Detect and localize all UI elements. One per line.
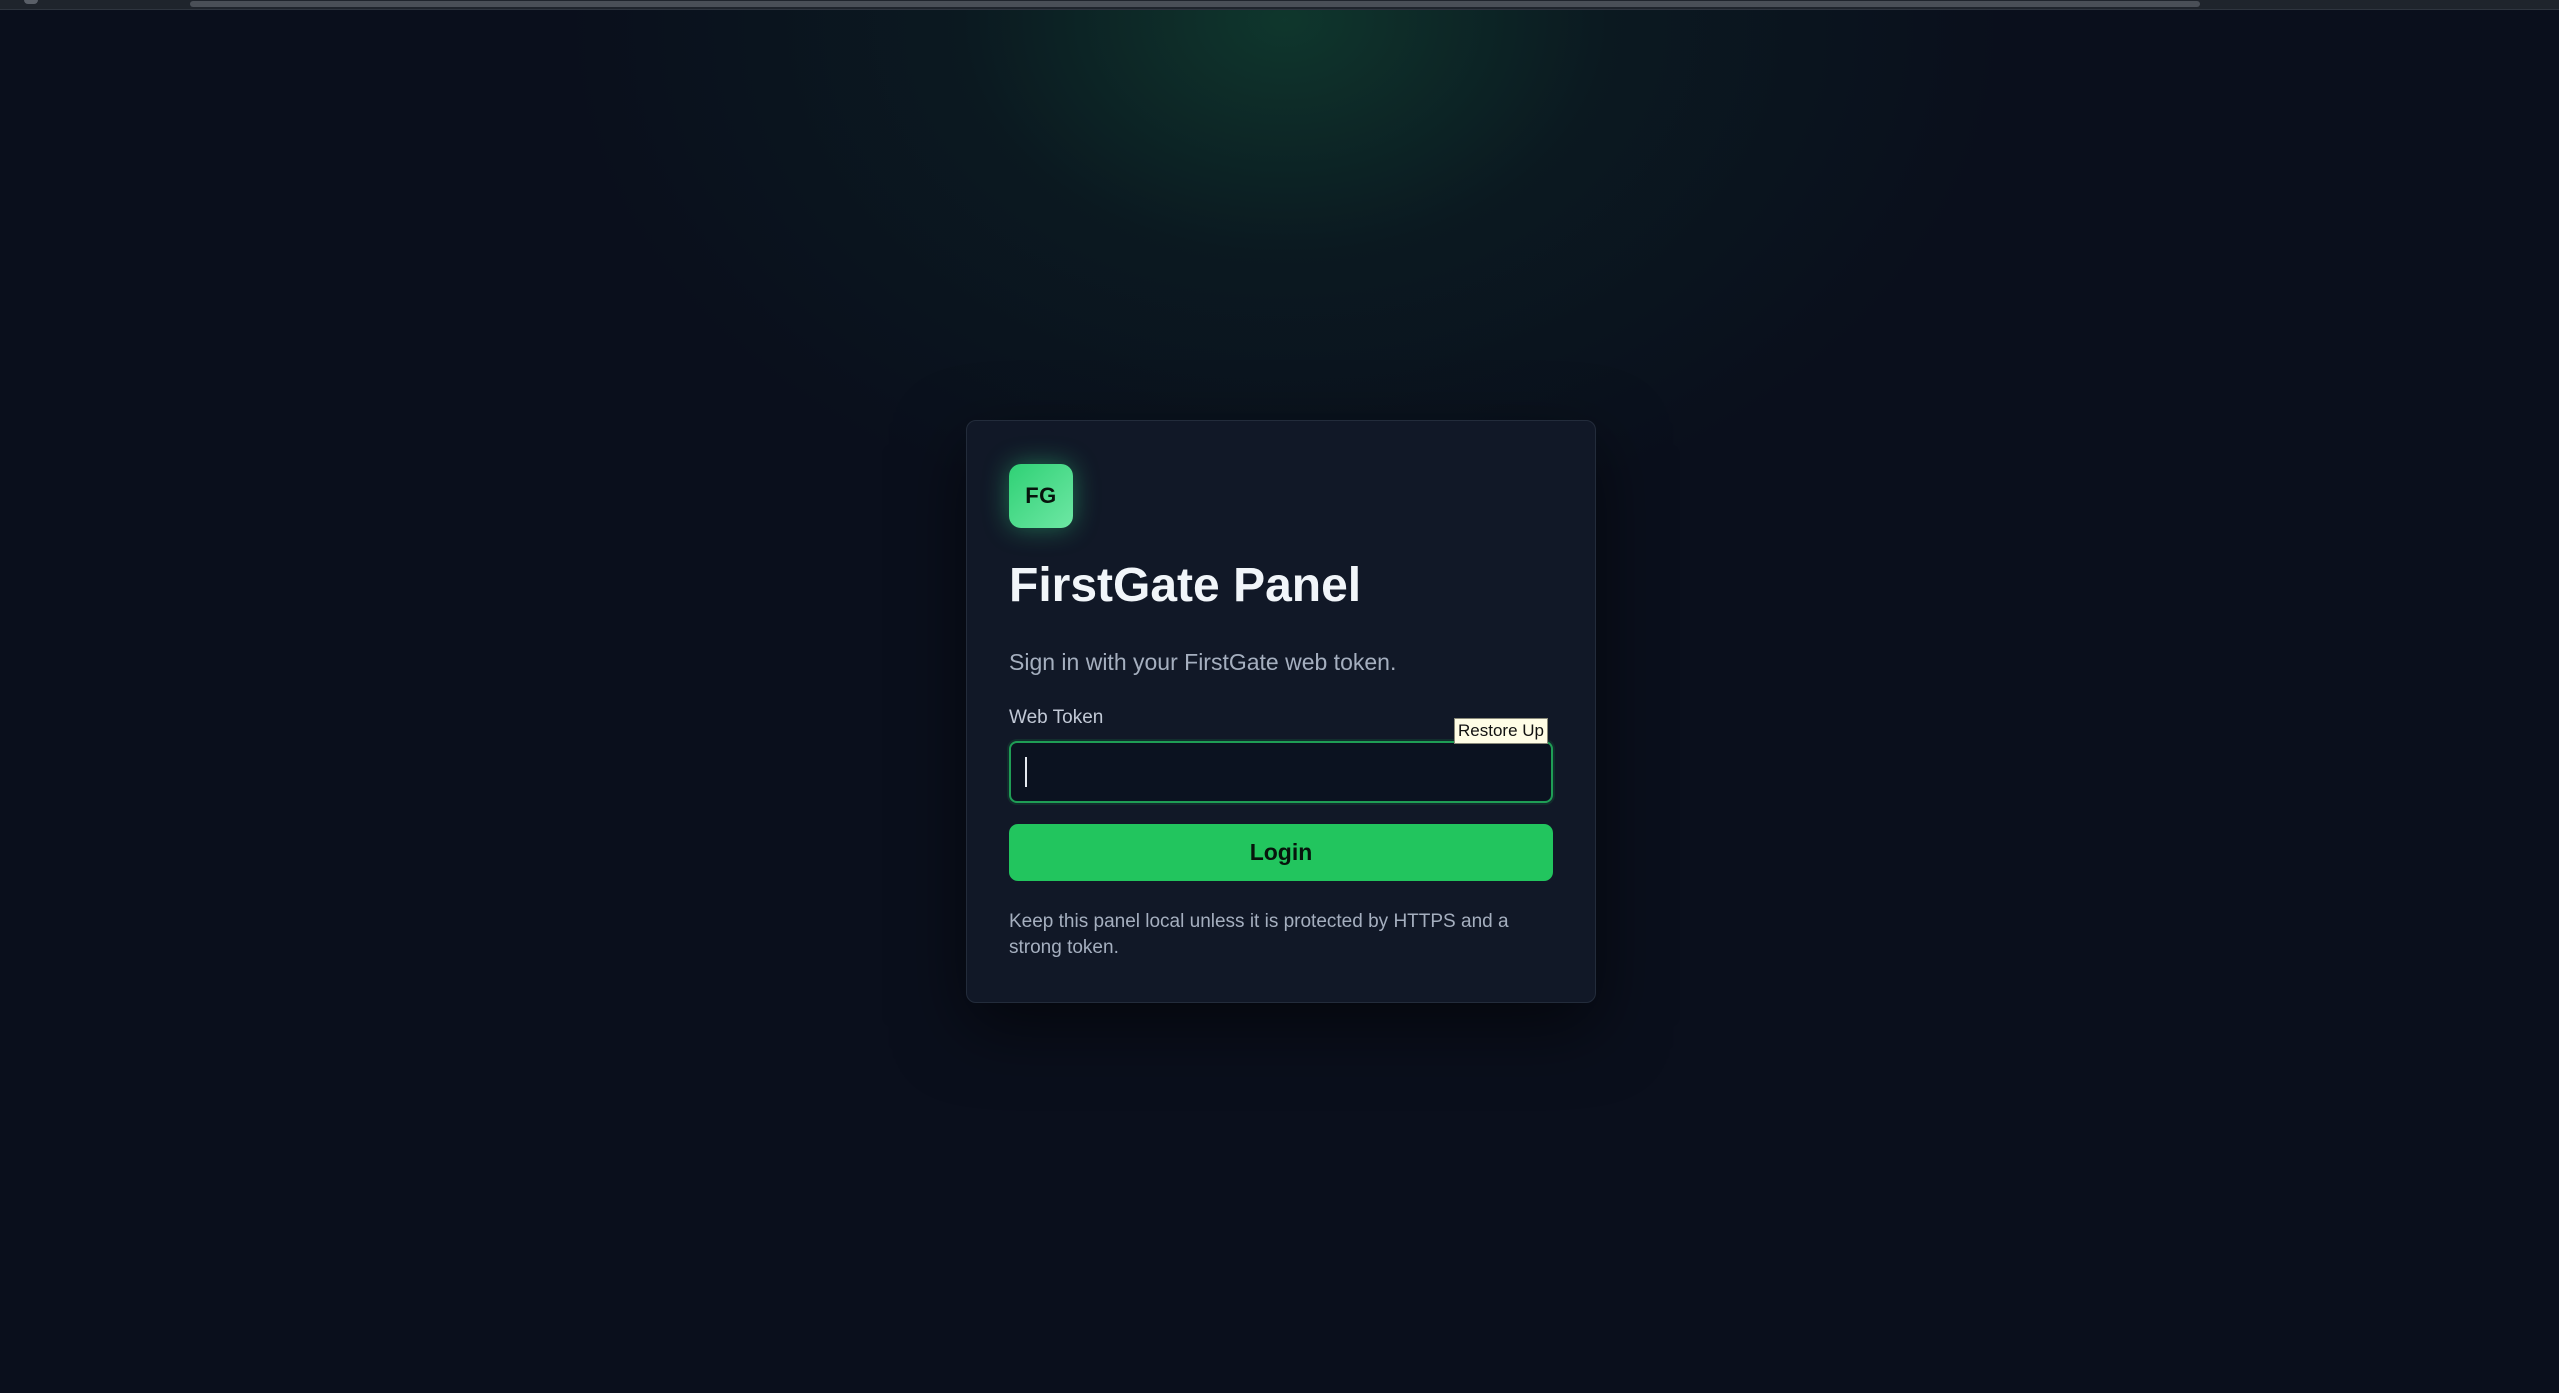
- page-title: FirstGate Panel: [1009, 559, 1362, 612]
- web-token-label: Web Token: [1009, 707, 1104, 728]
- security-note: Keep this panel local unless it is prote…: [1009, 911, 1509, 958]
- horizontal-scrollbar-thumb[interactable]: [190, 1, 2200, 7]
- page-subtitle: Sign in with your FirstGate web token.: [1009, 649, 1397, 675]
- browser-scroll-strip: [0, 0, 2559, 10]
- web-token-input[interactable]: [1009, 741, 1553, 803]
- login-button[interactable]: Login: [1009, 824, 1553, 881]
- corner-indicator: [24, 0, 38, 4]
- app-logo: FG: [1009, 464, 1073, 528]
- restore-tooltip: Restore Up: [1454, 718, 1548, 745]
- text-caret: [1025, 757, 1027, 787]
- login-card: FG FirstGate Panel Sign in with your Fir…: [966, 420, 1596, 1003]
